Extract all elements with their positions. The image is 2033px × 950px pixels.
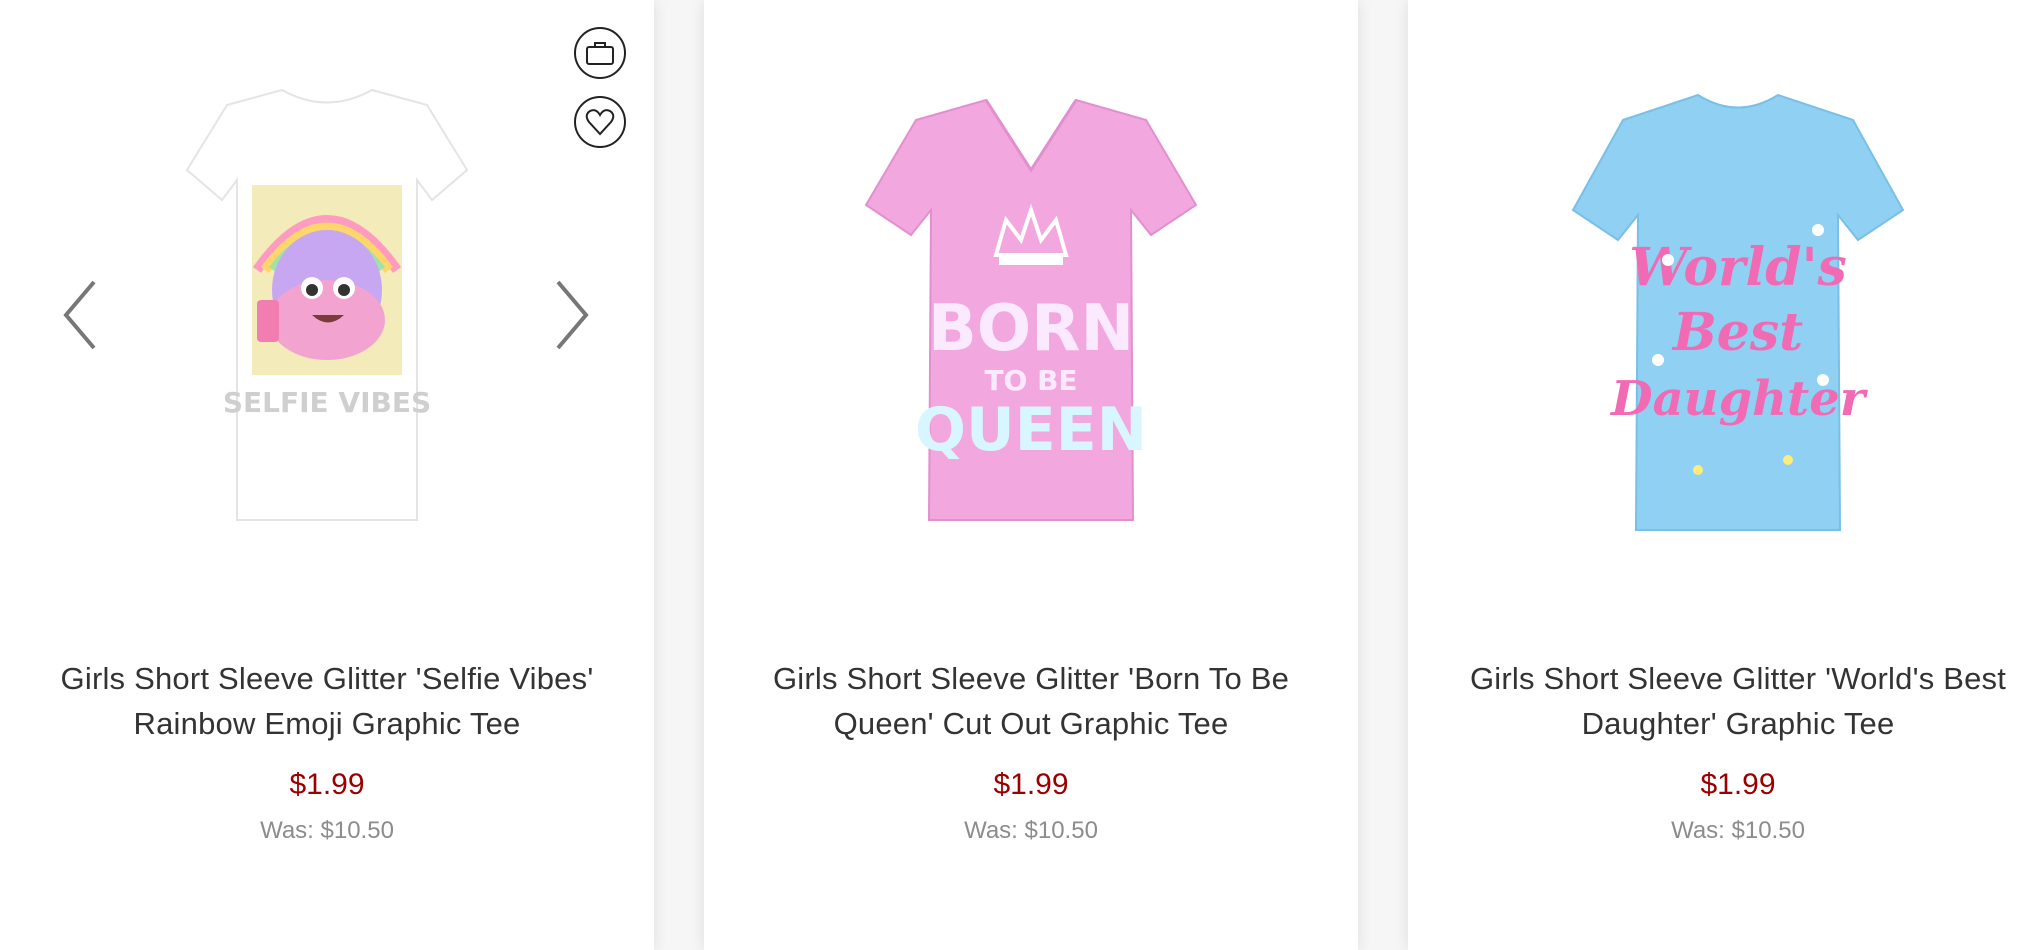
next-image-arrow[interactable] [552, 278, 592, 352]
product-image[interactable]: World's Best Daughter [1518, 60, 1958, 550]
product-grid: SELFIE VIBES Girls Short Sleeve Glitter [0, 0, 2033, 950]
product-card[interactable]: SELFIE VIBES Girls Short Sleeve Glitter [0, 0, 654, 950]
add-to-bag-button[interactable] [574, 27, 626, 79]
tshirt-image: SELFIE VIBES [185, 88, 469, 521]
add-to-favorites-button[interactable] [574, 96, 626, 148]
svg-text:World's: World's [1629, 237, 1847, 298]
tshirt-image: World's Best Daughter [1571, 93, 1905, 531]
product-title[interactable]: Girls Short Sleeve Glitter 'Born To Be Q… [744, 656, 1318, 746]
sale-price: $1.99 [993, 768, 1069, 801]
tshirt-image: BORN TO BE QUEEN [864, 98, 1198, 521]
original-price: Was: $10.50 [260, 817, 394, 844]
svg-text:SELFIE VIBES: SELFIE VIBES [223, 386, 431, 419]
svg-text:QUEEN: QUEEN [915, 395, 1147, 465]
svg-text:TO BE: TO BE [984, 364, 1077, 397]
sale-price: $1.99 [289, 768, 365, 801]
svg-text:Daughter: Daughter [1609, 371, 1869, 427]
svg-text:Best: Best [1671, 302, 1803, 363]
chevron-right-icon [556, 280, 589, 350]
original-price: Was: $10.50 [964, 817, 1098, 844]
product-title[interactable]: Girls Short Sleeve Glitter 'Selfie Vibes… [40, 656, 614, 746]
prev-image-arrow[interactable] [60, 278, 100, 352]
svg-text:BORN: BORN [928, 292, 1134, 366]
heart-icon [585, 109, 615, 136]
product-card[interactable]: World's Best Daughter Girls Short Sleeve… [1408, 0, 2033, 950]
product-card[interactable]: BORN TO BE QUEEN Girls Short Sleeve Glit… [704, 0, 1358, 950]
shopping-bag-icon [586, 42, 614, 65]
chevron-left-icon [63, 280, 96, 350]
sale-price: $1.99 [1700, 768, 1776, 801]
product-image[interactable]: BORN TO BE QUEEN [811, 60, 1251, 550]
original-price: Was: $10.50 [1671, 817, 1805, 844]
product-title[interactable]: Girls Short Sleeve Glitter 'World's Best… [1448, 656, 2028, 746]
product-image[interactable]: SELFIE VIBES [107, 60, 547, 550]
